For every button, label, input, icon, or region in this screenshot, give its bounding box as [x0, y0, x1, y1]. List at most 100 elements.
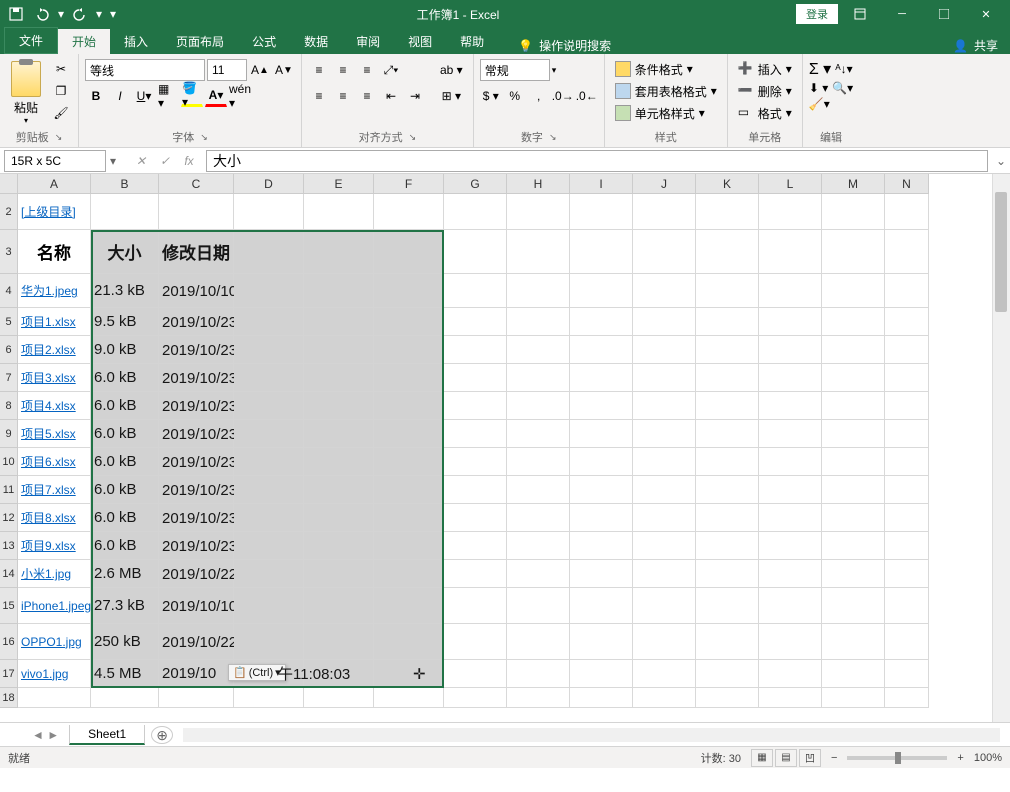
conditional-formatting-button[interactable]: 条件格式 ▾ [611, 59, 721, 79]
cell[interactable] [633, 688, 696, 708]
file-link[interactable]: 项目8.xlsx [21, 509, 76, 526]
cell[interactable] [570, 194, 633, 230]
cell[interactable] [304, 230, 374, 274]
cell[interactable] [570, 308, 633, 336]
column-header-E[interactable]: E [304, 174, 374, 194]
cell[interactable] [759, 448, 822, 476]
cell[interactable] [507, 392, 570, 420]
cell[interactable] [374, 504, 444, 532]
cell[interactable] [234, 194, 304, 230]
file-link[interactable]: 项目2.xlsx [21, 341, 76, 358]
align-middle-icon[interactable]: ≡ [332, 59, 354, 81]
cell[interactable]: 大小 [91, 230, 159, 274]
cell[interactable] [822, 504, 885, 532]
cell[interactable] [507, 364, 570, 392]
tab-view[interactable]: 视图 [394, 29, 446, 54]
delete-cells-button[interactable]: ➖删除 ▾ [734, 81, 796, 101]
cell[interactable] [570, 588, 633, 624]
cell[interactable] [507, 588, 570, 624]
decrease-decimal-icon[interactable]: .0← [576, 85, 598, 107]
cell[interactable] [759, 504, 822, 532]
cell[interactable]: 2019/10/22 上午11:05:29 [159, 560, 234, 588]
cell[interactable] [444, 336, 507, 364]
align-center-icon[interactable]: ≡ [332, 85, 354, 107]
cell[interactable] [885, 688, 929, 708]
cell[interactable]: 项目5.xlsx [18, 420, 91, 448]
cell[interactable] [759, 660, 822, 688]
cell[interactable] [822, 448, 885, 476]
tab-page-layout[interactable]: 页面布局 [162, 29, 238, 54]
cell[interactable]: 2019/10 [159, 660, 234, 688]
tab-insert[interactable]: 插入 [110, 29, 162, 54]
cell[interactable] [507, 688, 570, 708]
cell[interactable] [374, 194, 444, 230]
cell[interactable] [507, 230, 570, 274]
cell[interactable] [234, 624, 304, 660]
cell[interactable] [822, 194, 885, 230]
border-button[interactable]: ▦ ▾ [157, 85, 179, 107]
cell[interactable] [759, 364, 822, 392]
cell[interactable] [374, 476, 444, 504]
font-size-input[interactable] [207, 59, 247, 81]
cell[interactable] [304, 308, 374, 336]
cell[interactable] [304, 194, 374, 230]
column-header-K[interactable]: K [696, 174, 759, 194]
cell[interactable] [159, 194, 234, 230]
cell[interactable] [696, 688, 759, 708]
cell[interactable]: 2019/10/23 下午1:31:41 [159, 476, 234, 504]
cell[interactable] [570, 274, 633, 308]
cell[interactable]: 华为1.jpeg [18, 274, 91, 308]
ribbon-display-icon[interactable] [840, 0, 880, 28]
column-header-H[interactable]: H [507, 174, 570, 194]
normal-view-icon[interactable]: ▦ [751, 749, 773, 767]
column-header-F[interactable]: F [374, 174, 444, 194]
name-box-dropdown-icon[interactable]: ▾ [110, 154, 124, 168]
cell[interactable] [885, 392, 929, 420]
cell[interactable] [822, 588, 885, 624]
tab-review[interactable]: 审阅 [342, 29, 394, 54]
cell[interactable]: 2019/10/23 下午1:45:42 [159, 308, 234, 336]
row-header-11[interactable]: 11 [0, 476, 18, 504]
file-link[interactable]: 小米1.jpg [21, 565, 71, 582]
cell[interactable]: 修改日期 [159, 230, 234, 274]
cell[interactable] [234, 588, 304, 624]
cell[interactable] [696, 448, 759, 476]
orientation-icon[interactable]: ⤢▾ [380, 59, 402, 81]
cell[interactable] [374, 274, 444, 308]
cell[interactable] [570, 230, 633, 274]
qat-customize-icon[interactable]: ▾ [106, 3, 120, 25]
cell[interactable] [444, 624, 507, 660]
column-header-A[interactable]: A [18, 174, 91, 194]
cell[interactable] [570, 476, 633, 504]
cell[interactable] [822, 532, 885, 560]
cell[interactable]: 27.3 kB [91, 588, 159, 624]
cell[interactable]: 250 kB [91, 624, 159, 660]
cell[interactable] [304, 476, 374, 504]
row-header-17[interactable]: 17 [0, 660, 18, 688]
file-link[interactable]: OPPO1.jpg [21, 635, 82, 649]
cell[interactable] [885, 274, 929, 308]
undo-icon[interactable] [30, 3, 54, 25]
formula-input[interactable]: 大小 [206, 150, 988, 172]
minimize-icon[interactable]: ─ [882, 0, 922, 28]
cell[interactable] [633, 448, 696, 476]
cell[interactable]: 9.5 kB [91, 308, 159, 336]
phonetic-button[interactable]: wén ▾ [229, 85, 251, 107]
cell[interactable] [822, 364, 885, 392]
cell[interactable] [885, 364, 929, 392]
cell[interactable]: 项目1.xlsx [18, 308, 91, 336]
cell[interactable] [822, 660, 885, 688]
font-name-input[interactable] [85, 59, 205, 81]
cell[interactable] [570, 420, 633, 448]
column-header-N[interactable]: N [885, 174, 929, 194]
column-header-B[interactable]: B [91, 174, 159, 194]
file-link[interactable]: 项目4.xlsx [21, 397, 76, 414]
cell[interactable] [507, 194, 570, 230]
cell[interactable] [234, 336, 304, 364]
cell[interactable] [304, 392, 374, 420]
add-sheet-button[interactable]: ⊕ [151, 726, 173, 744]
cell[interactable] [696, 274, 759, 308]
cell[interactable] [633, 476, 696, 504]
cell[interactable] [91, 194, 159, 230]
cell[interactable]: [上级目录] [18, 194, 91, 230]
